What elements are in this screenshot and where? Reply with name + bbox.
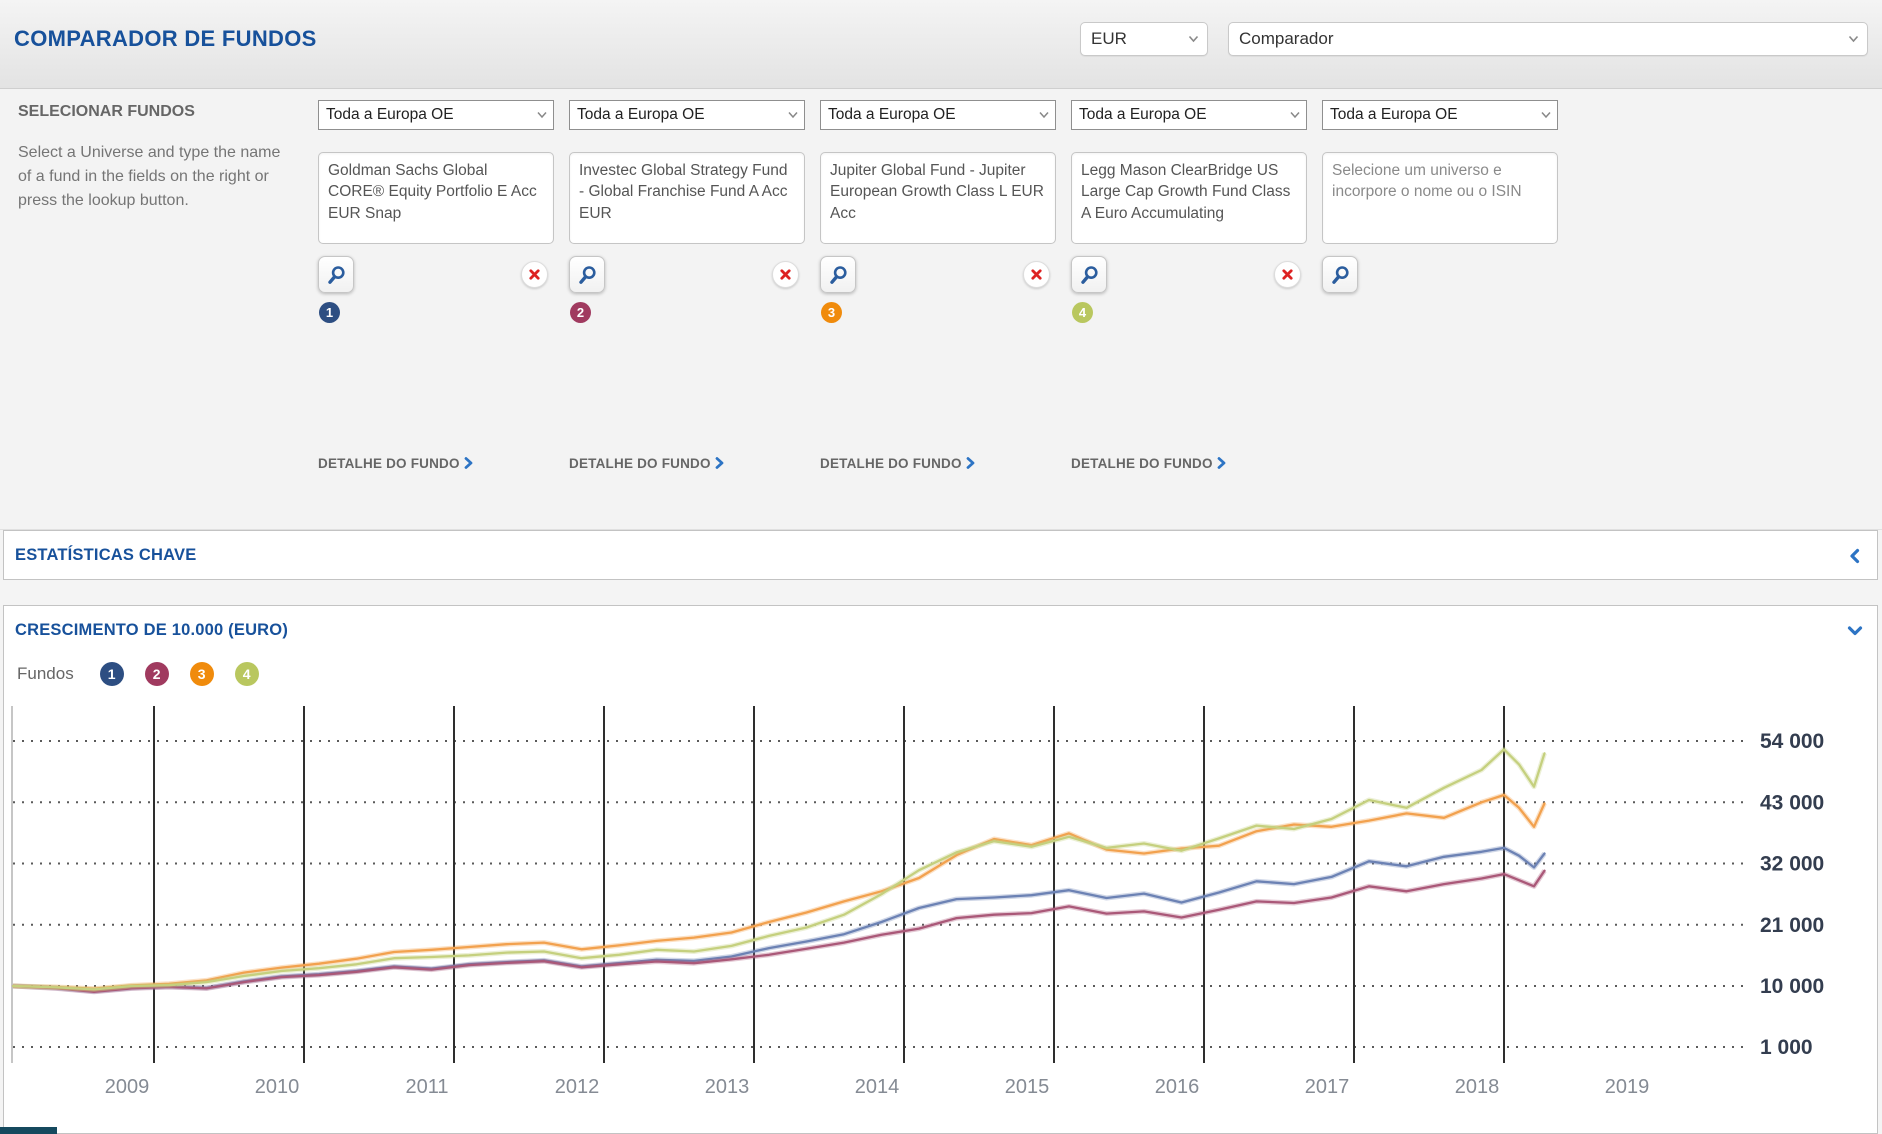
x-tick-label-2018: 2018 — [1455, 1076, 1500, 1098]
search-icon — [325, 264, 347, 286]
universe-select-1[interactable]: Toda a Europa OE — [318, 100, 554, 130]
chevron-down-icon — [1188, 35, 1199, 43]
lookup-button-1[interactable] — [318, 256, 354, 293]
chevron-down-icon — [1290, 111, 1300, 119]
x-tick-label-2014: 2014 — [855, 1076, 900, 1098]
key-statistics-section-bar[interactable]: ESTATÍSTICAS CHAVE — [3, 530, 1878, 580]
universe-select-5[interactable]: Toda a Europa OE — [1322, 100, 1558, 130]
chevron-down-icon[interactable] — [1847, 623, 1863, 639]
search-icon — [1078, 264, 1100, 286]
close-icon — [1031, 269, 1042, 280]
fund-badge-1: 1 — [319, 302, 340, 323]
x-tick-label-2013: 2013 — [705, 1076, 750, 1098]
universe-select-value: Toda a Europa OE — [577, 106, 705, 123]
y-tick-label-1000: 1 000 — [1760, 1036, 1813, 1059]
lookup-button-2[interactable] — [569, 256, 605, 293]
fund-slot-3: Toda a Europa OE Jupiter Global Fund - Ju… — [820, 100, 1056, 500]
fund-detail-link-2[interactable]: DETALHE DO FUNDO — [569, 456, 724, 471]
growth-title: CRESCIMENTO DE 10.000 (EURO) — [15, 621, 288, 640]
legend-badge-2: 2 — [145, 662, 169, 686]
legend-label: Fundos — [17, 664, 74, 684]
fund-detail-link-3[interactable]: DETALHE DO FUNDO — [820, 456, 975, 471]
y-tick-label-10000: 10 000 — [1760, 975, 1824, 998]
y-tick-label-43000: 43 000 — [1760, 791, 1824, 814]
chevron-down-icon — [1848, 35, 1859, 43]
clear-fund-button-2[interactable] — [772, 261, 799, 288]
universe-select-value: Toda a Europa OE — [1079, 106, 1207, 123]
fund-name-input-5[interactable]: Selecione um universo e incorpore o nome… — [1322, 152, 1558, 244]
clear-fund-button-1[interactable] — [521, 261, 548, 288]
header: COMPARADOR DE FUNDOS EUR Comparador — [0, 0, 1882, 89]
search-icon — [576, 264, 598, 286]
lookup-button-5[interactable] — [1322, 256, 1358, 293]
growth-chart: 54 000 43 000 32 000 21 000 10 000 1 000 2009 2… — [4, 691, 1877, 1133]
x-tick-label-2016: 2016 — [1155, 1076, 1200, 1098]
search-icon — [1329, 264, 1351, 286]
clear-fund-button-4[interactable] — [1274, 261, 1301, 288]
fund-slot-1: Toda a Europa OE Goldman Sachs Global COR… — [318, 100, 554, 500]
x-tick-label-2010: 2010 — [255, 1076, 300, 1098]
x-tick-label-2019: 2019 — [1605, 1076, 1650, 1098]
search-icon — [827, 264, 849, 286]
fund-badge-2: 2 — [570, 302, 591, 323]
fund-name-input-2[interactable]: Investec Global Strategy Fund - Global F… — [569, 152, 805, 244]
y-tick-label-54000: 54 000 — [1760, 730, 1824, 753]
chevron-right-icon — [715, 457, 724, 469]
view-select-value: Comparador — [1239, 29, 1334, 48]
chevron-down-icon — [1541, 111, 1551, 119]
universe-select-value: Toda a Europa OE — [1330, 106, 1458, 123]
clear-fund-button-3[interactable] — [1023, 261, 1050, 288]
universe-select-value: Toda a Europa OE — [326, 106, 454, 123]
x-tick-label-2009: 2009 — [105, 1076, 150, 1098]
fund-slot-2: Toda a Europa OE Investec Global Strategy… — [569, 100, 805, 500]
x-tick-label-2015: 2015 — [1005, 1076, 1050, 1098]
growth-panel: CRESCIMENTO DE 10.000 (EURO) Fundos 1 2 … — [3, 605, 1878, 1134]
lookup-button-4[interactable] — [1071, 256, 1107, 293]
fund-detail-link-1[interactable]: DETALHE DO FUNDO — [318, 456, 473, 471]
x-tick-label-2017: 2017 — [1305, 1076, 1350, 1098]
fund-badge-4: 4 — [1072, 302, 1093, 323]
currency-select[interactable]: EUR — [1080, 22, 1208, 56]
close-icon — [529, 269, 540, 280]
fund-comparator-app: COMPARADOR DE FUNDOS EUR Comparador SELE… — [0, 0, 1882, 1134]
fund-slot-5: Toda a Europa OE Selecione um universo e … — [1322, 100, 1558, 500]
universe-select-3[interactable]: Toda a Europa OE — [820, 100, 1056, 130]
chevron-down-icon — [537, 111, 547, 119]
fund-selection-panel: SELECIONAR FUNDOS Select a Universe and … — [0, 89, 1882, 530]
universe-select-2[interactable]: Toda a Europa OE — [569, 100, 805, 130]
fund-name-input-1[interactable]: Goldman Sachs Global CORE® Equity Portfo… — [318, 152, 554, 244]
fund-badge-3: 3 — [821, 302, 842, 323]
x-tick-label-2012: 2012 — [555, 1076, 600, 1098]
page-title: COMPARADOR DE FUNDOS — [14, 26, 317, 52]
fund-name-input-4[interactable]: Legg Mason ClearBridge US Large Cap Grow… — [1071, 152, 1307, 244]
chart-legend: Fundos 1 2 3 4 — [17, 661, 280, 687]
x-tick-label-2011: 2011 — [405, 1076, 448, 1098]
close-icon — [1282, 269, 1293, 280]
footer-strip — [0, 1127, 57, 1134]
chevron-down-icon — [788, 111, 798, 119]
chevron-right-icon — [966, 457, 975, 469]
y-tick-label-21000: 21 000 — [1760, 914, 1824, 937]
select-funds-heading: SELECIONAR FUNDOS — [18, 103, 195, 121]
key-statistics-title: ESTATÍSTICAS CHAVE — [15, 546, 196, 565]
fund-name-input-3[interactable]: Jupiter Global Fund - Jupiter European G… — [820, 152, 1056, 244]
chevron-down-icon — [1039, 111, 1049, 119]
legend-badge-3: 3 — [190, 662, 214, 686]
view-select[interactable]: Comparador — [1228, 22, 1868, 56]
universe-select-4[interactable]: Toda a Europa OE — [1071, 100, 1307, 130]
select-funds-instructions: Select a Universe and type the name of a… — [18, 141, 286, 213]
universe-select-value: Toda a Europa OE — [828, 106, 956, 123]
legend-badge-1: 1 — [100, 662, 124, 686]
chevron-right-icon — [1217, 457, 1226, 469]
lookup-button-3[interactable] — [820, 256, 856, 293]
chevron-left-icon[interactable] — [1847, 548, 1863, 564]
fund-slot-4: Toda a Europa OE Legg Mason ClearBridge U… — [1071, 100, 1307, 500]
close-icon — [780, 269, 791, 280]
chevron-right-icon — [464, 457, 473, 469]
currency-select-value: EUR — [1091, 29, 1127, 48]
fund-detail-link-4[interactable]: DETALHE DO FUNDO — [1071, 456, 1226, 471]
legend-badge-4: 4 — [235, 662, 259, 686]
y-tick-label-32000: 32 000 — [1760, 853, 1824, 876]
